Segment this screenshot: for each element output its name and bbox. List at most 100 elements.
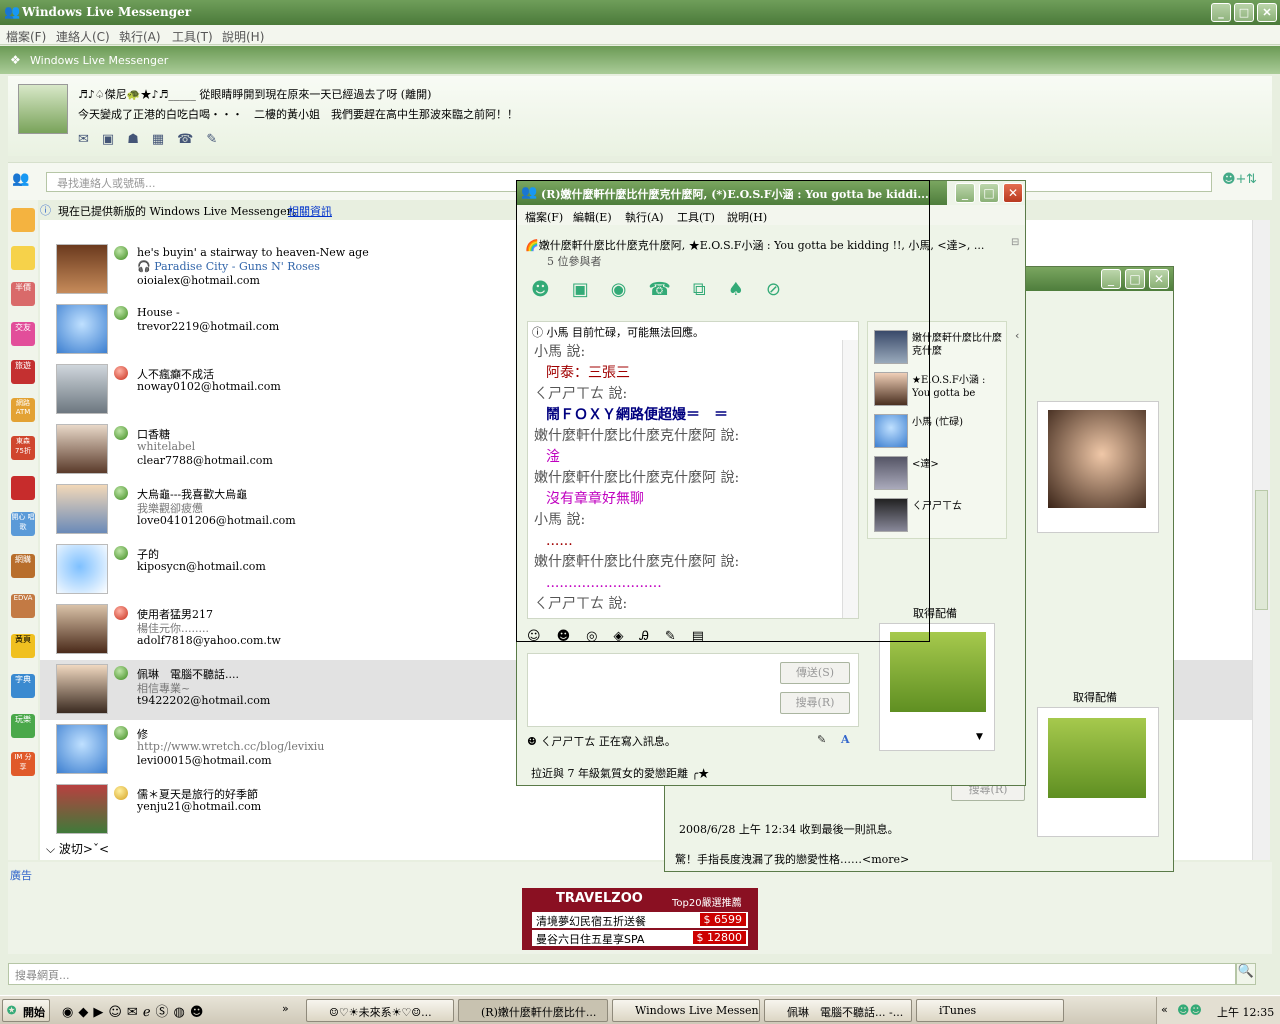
taskbar-item-4[interactable]: iTunes xyxy=(916,999,1064,1022)
scroll-thumb[interactable] xyxy=(1255,490,1268,610)
chat-close-button[interactable]: ✕ xyxy=(1003,183,1023,203)
sidebar-tile-10[interactable]: 玩樂 xyxy=(11,714,35,738)
back-minimize-button[interactable]: _ xyxy=(1101,269,1121,289)
menu-actions[interactable]: 執行(A) xyxy=(119,28,161,45)
back-get-pic-label: 取得配備 xyxy=(1073,691,1117,704)
sidebar-tile-11[interactable]: IM 分享 xyxy=(11,752,35,776)
back-maximize-button[interactable]: □ xyxy=(1125,269,1145,289)
ad-label[interactable]: 廣告 xyxy=(10,867,32,883)
typing-buddy-icon: ☻ xyxy=(527,735,541,748)
pic-dropdown-icon[interactable]: ▼ xyxy=(976,732,983,742)
sidebar-tile-3[interactable]: 網路 ATM xyxy=(11,398,35,422)
app-icon[interactable]: ◆ xyxy=(78,1005,93,1020)
profile-toolbar: ✉▣☗▦☎✎ xyxy=(78,132,230,147)
menu-help[interactable]: 說明(H) xyxy=(222,28,264,45)
phone-icon[interactable]: ☎ xyxy=(177,132,206,147)
maximize-button[interactable]: □ xyxy=(1234,3,1254,22)
back-status-line[interactable]: 驚！手指長度洩漏了我的戀愛性格……<more> xyxy=(675,851,909,867)
photo-share-icon[interactable]: ▣ xyxy=(102,132,127,147)
chat-search-button[interactable]: 搜尋(R) xyxy=(780,692,850,714)
messenger-buddy-icon: 👥 xyxy=(4,5,21,20)
font-a-icon[interactable]: A xyxy=(841,733,850,746)
firefox-icon[interactable]: ◉ xyxy=(62,1005,78,1020)
taskbar-item-1[interactable]: (R)嫩什麼軒什麼比什... xyxy=(458,999,608,1022)
buddy-icon[interactable]: ☻ xyxy=(190,1005,209,1020)
search-icon[interactable]: 🔍 xyxy=(1236,963,1256,985)
sidebar-tile-6[interactable]: 網購 xyxy=(11,554,35,578)
bell-icon[interactable] xyxy=(11,208,35,232)
group-header[interactable]: ⌵ 波切>ˇ< xyxy=(46,840,109,857)
now-playing-text[interactable]: Paradise City - Guns N' Roses xyxy=(154,260,320,273)
sidebar-tile-1[interactable]: 交友 xyxy=(11,322,35,346)
sidebar-tile-2[interactable]: 旅遊 xyxy=(11,360,35,384)
status-online-icon xyxy=(114,306,128,320)
sidebar-tile-7[interactable]: EDVA xyxy=(11,594,35,618)
main-title-bar[interactable]: 👥 Windows Live Messenger _ □ ✕ xyxy=(0,0,1280,25)
sidebar-tile-9[interactable]: 字典 xyxy=(11,674,35,698)
menu-contacts[interactable]: 連絡人(C) xyxy=(56,28,110,45)
notice-link[interactable]: 相關資訊 xyxy=(288,203,332,219)
contact-picture xyxy=(56,544,108,594)
quick-launch-overflow-icon[interactable]: » xyxy=(282,1002,289,1015)
chat-minimize-button[interactable]: _ xyxy=(955,183,975,203)
tray-expand-icon[interactable]: « xyxy=(1161,1003,1168,1016)
sidebar-tile-4[interactable]: 東森 75折 xyxy=(11,436,35,460)
browser-icon[interactable]: ℯ xyxy=(143,1005,156,1020)
personal-message[interactable]: 今天變成了正港的白吃白喝・・・ 二樓的黃小姐 我們要趕在高中生那波來臨之前阿！！ xyxy=(78,106,518,122)
taskbar-item-0[interactable]: ☺♡☀未來系☀♡☺... xyxy=(306,999,454,1022)
tray-messenger-icon[interactable]: ☻☻ xyxy=(1177,1003,1202,1017)
add-contact-icon[interactable]: 👥 xyxy=(12,171,29,187)
contact-picture xyxy=(56,784,108,834)
menu-file[interactable]: 檔案(F) xyxy=(6,28,46,45)
pen-icon[interactable]: ✎ xyxy=(817,733,826,746)
contact-list-scrollbar[interactable] xyxy=(1252,220,1270,860)
contact-email: trevor2219@hotmail.com xyxy=(137,320,280,333)
user-avatar[interactable] xyxy=(18,84,68,134)
chevron-down-icon: ⌵ xyxy=(46,842,59,856)
send-button[interactable]: 傳送(S) xyxy=(780,662,850,684)
menu-bar: 檔案(F) 連絡人(C) 執行(A) 工具(T) 說明(H) xyxy=(0,25,1280,45)
message-input[interactable]: 傳送(S) 搜尋(R) xyxy=(527,653,859,727)
messenger-icon[interactable]: ☺ xyxy=(108,1005,127,1020)
sidebar-tile-5[interactable]: 開心 唱歌 xyxy=(11,512,35,536)
sidebar-tile-0[interactable]: 半價 xyxy=(11,282,35,306)
taskbar-item-3[interactable]: 佩琳 電腦不聽話... -... xyxy=(764,999,912,1022)
contact-picture xyxy=(56,244,108,294)
calendar-icon[interactable]: ▦ xyxy=(152,132,177,147)
star-icon[interactable] xyxy=(11,246,35,270)
contact-email: clear7788@hotmail.com xyxy=(137,454,273,467)
bb-tile-icon[interactable] xyxy=(11,476,35,500)
status-busy-icon xyxy=(114,366,128,380)
status-online-icon xyxy=(114,726,128,740)
theme-brush-icon[interactable]: ✎ xyxy=(206,132,230,147)
minimize-button[interactable]: _ xyxy=(1211,3,1231,22)
chat-status-line[interactable]: 拉近與 7 年級氣質女的愛戀距離 ╭★ xyxy=(531,765,709,781)
collapse-icon[interactable]: ⊟ xyxy=(1011,237,1019,248)
sort-icon[interactable]: ⇅ xyxy=(1246,172,1257,187)
contacts-icon[interactable]: ☗ xyxy=(127,132,152,147)
sidebar-tile-8[interactable]: 黃頁 xyxy=(11,634,35,658)
chat-maximize-button[interactable]: □ xyxy=(979,183,999,203)
display-name[interactable]: ♬♪♤傑尼🐢★♪♬_____ 從眼睛睜開到現在原來一天已經過去了呀 (離開) xyxy=(78,86,431,102)
globe-icon[interactable]: ◍ xyxy=(174,1005,190,1020)
back-close-button[interactable]: ✕ xyxy=(1149,269,1169,289)
back-display-pic-box xyxy=(1037,707,1159,837)
media-icon[interactable]: ▶ xyxy=(93,1005,108,1020)
travelzoo-ad[interactable]: TRAVELZOO Top20嚴選推薦 清境夢幻民宿五折送餐 $ 6599 曼谷六… xyxy=(522,888,758,950)
start-button[interactable]: ✪ 開始 xyxy=(2,999,50,1022)
ad-row-2: 曼谷六日住五星享SPA $ 12800 xyxy=(532,930,748,946)
contact-email: yenju21@hotmail.com xyxy=(137,800,262,813)
sidebar-tiles: 半價 交友 旅遊 網路 ATM 東森 75折 開心 唱歌 網購 EDVA 黃頁 … xyxy=(8,200,38,860)
skype-icon[interactable]: Ⓢ xyxy=(156,1005,174,1020)
chat-icon[interactable]: ✉ xyxy=(127,1005,143,1020)
mail-icon[interactable]: ✉ xyxy=(78,132,102,147)
close-button[interactable]: ✕ xyxy=(1257,3,1277,22)
selection-rectangle xyxy=(516,180,930,642)
taskbar-item-2[interactable]: Windows Live Messenger xyxy=(612,999,760,1022)
contact-name: he's buyin' a stairway to heaven-New age xyxy=(137,246,369,259)
contact-message: http://www.wretch.cc/blog/levixiu xyxy=(137,740,325,753)
add-contact-button-icon[interactable]: ☻+ xyxy=(1222,172,1246,187)
menu-tools[interactable]: 工具(T) xyxy=(172,28,213,45)
panel-collapse-icon[interactable]: ‹ xyxy=(1015,329,1019,342)
web-search-input[interactable]: 搜尋網頁... xyxy=(8,963,1236,985)
